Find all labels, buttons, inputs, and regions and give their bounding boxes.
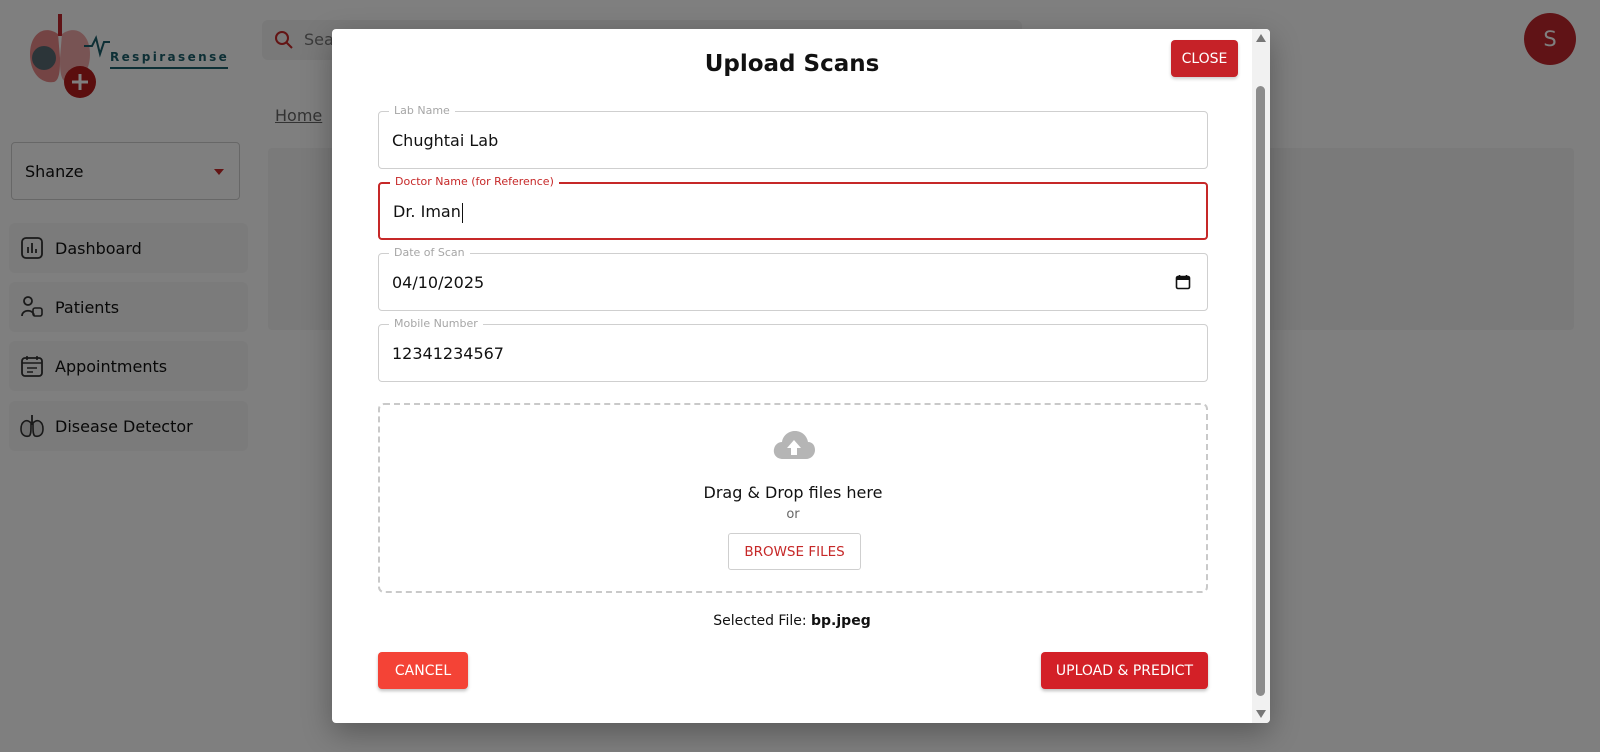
file-dropzone[interactable]: Drag & Drop files here or BROWSE FILES [378, 403, 1208, 593]
scroll-up-arrow-icon[interactable] [1256, 34, 1266, 42]
lab-name-label: Lab Name [389, 104, 455, 118]
calendar-icon[interactable] [1175, 274, 1191, 290]
scrollbar-thumb[interactable] [1256, 86, 1265, 696]
selected-file-label: Selected File: [713, 613, 807, 629]
browse-files-button[interactable]: BROWSE FILES [728, 533, 861, 570]
dropzone-or: or [786, 507, 800, 522]
doctor-name-field[interactable]: Doctor Name (for Reference) Dr. Iman [378, 175, 1208, 240]
dropzone-text: Drag & Drop files here [703, 483, 883, 502]
doctor-name-input-text[interactable]: Dr. Iman [393, 202, 463, 223]
mobile-number-field[interactable]: Mobile Number 12341234567 [378, 317, 1208, 382]
upload-scans-modal: Upload Scans CLOSE Lab Name Chughtai Lab… [332, 29, 1270, 723]
lab-name-value[interactable]: Chughtai Lab [392, 131, 498, 150]
date-of-scan-field[interactable]: Date of Scan 04/10/2025 [378, 246, 1208, 311]
doctor-name-label: Doctor Name (for Reference) [390, 175, 559, 189]
cancel-button[interactable]: CANCEL [378, 652, 468, 689]
mobile-number-value[interactable]: 12341234567 [392, 344, 504, 363]
doctor-name-value: Dr. Iman [393, 202, 461, 221]
close-button[interactable]: CLOSE [1171, 40, 1238, 77]
modal-title: Upload Scans [704, 51, 880, 77]
text-cursor [461, 202, 463, 223]
date-of-scan-label: Date of Scan [389, 246, 470, 260]
modal-scrollbar[interactable] [1252, 29, 1270, 723]
scroll-down-arrow-icon[interactable] [1256, 710, 1266, 718]
date-of-scan-value[interactable]: 04/10/2025 [392, 273, 484, 292]
selected-file-name: bp.jpeg [811, 613, 871, 629]
mobile-number-label: Mobile Number [389, 317, 483, 331]
selected-file: Selected File: bp.jpeg [332, 613, 1252, 629]
upload-predict-button[interactable]: UPLOAD & PREDICT [1041, 652, 1208, 689]
cloud-upload-icon [773, 431, 815, 459]
lab-name-field[interactable]: Lab Name Chughtai Lab [378, 104, 1208, 169]
